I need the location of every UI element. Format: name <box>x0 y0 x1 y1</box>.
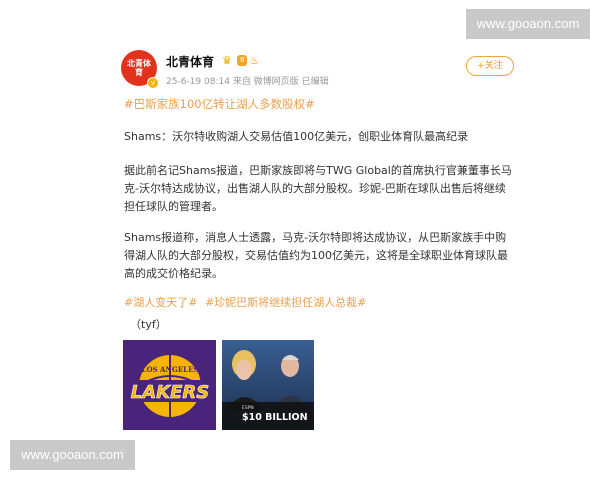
photo-caption: $10 BILLION <box>242 412 308 423</box>
tag-link[interactable]: #湖人变天了# <box>124 296 197 309</box>
post-time[interactable]: 25-6-19 08:14 <box>166 77 230 87</box>
author-name[interactable]: 北青体育 <box>166 53 214 70</box>
post-source: 来自 微博网页版 <box>232 77 299 87</box>
vip-badge: ♛ 8 ♨ <box>222 54 259 67</box>
watermark-top: www.gooaon.com <box>466 9 590 39</box>
post-paragraph-3: Shams报道称，消息人士透露，马克-沃尔特即将达成协议，从巴斯家族手中购得湖人… <box>124 231 508 280</box>
signature: （tyf） <box>130 318 167 331</box>
watermark-bottom: www.gooaon.com <box>10 440 135 470</box>
post-meta: 25-6-19 08:14 来自 微博网页版 已编辑 <box>166 74 329 87</box>
topic-link[interactable]: #巴斯家族100亿转让湖人多数股权# <box>124 96 315 112</box>
lakers-logo-graphic: LOS ANGELES LAKERS <box>123 340 216 430</box>
tag-link[interactable]: #珍妮巴斯将继续担任湖人总裁# <box>205 296 366 309</box>
post-paragraph-2: 据此前名记Shams报道，巴斯家族即将与TWG Global的首席执行官兼董事长… <box>124 164 512 213</box>
espn-logo-text: ESPN <box>242 405 254 411</box>
avatar-text: 北青体育 <box>127 58 151 77</box>
post-tags: #湖人变天了# #珍妮巴斯将继续担任湖人总裁# <box>124 294 370 310</box>
follow-button[interactable]: +关注 <box>466 56 514 76</box>
logo-main-text: LAKERS <box>131 382 209 403</box>
vip-level: 8 <box>237 55 248 66</box>
post-paragraph-1: Shams：沃尔特收购湖人交易估值100亿美元，创职业体育队最高纪录 <box>124 130 469 143</box>
lakers-logo-image[interactable]: LOS ANGELES LAKERS <box>123 340 216 430</box>
fan-icon: ♨ <box>249 54 260 67</box>
crown-icon: ♛ <box>222 53 232 67</box>
weibo-post-card: 北青体育 v 北青体育 ♛ 8 ♨ 25-6-19 08:14 来自 微博网页版… <box>108 40 518 440</box>
news-photo-image[interactable]: ESPN $10 BILLION <box>222 340 314 430</box>
post-edited[interactable]: 已编辑 <box>302 77 329 87</box>
verified-icon: v <box>147 77 159 89</box>
logo-top-text: LOS ANGELES <box>142 365 199 374</box>
news-photo-graphic: ESPN $10 BILLION <box>222 340 314 430</box>
